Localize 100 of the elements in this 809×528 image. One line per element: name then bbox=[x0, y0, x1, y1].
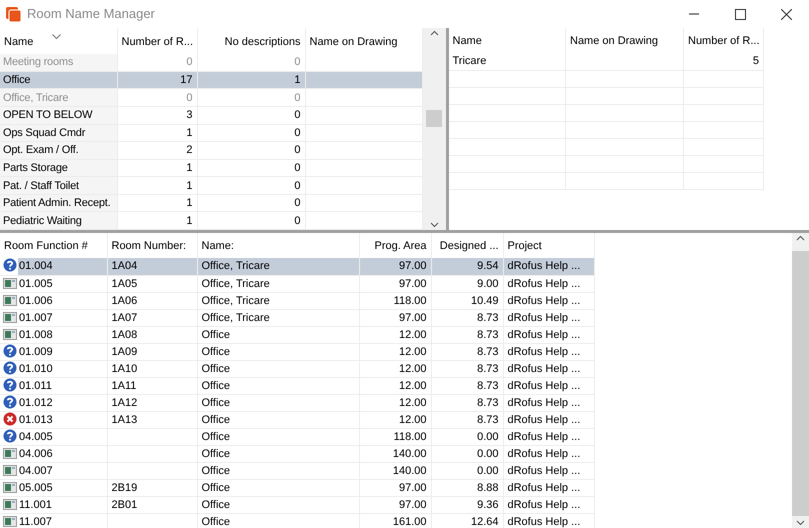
table-cell: Office bbox=[197, 377, 359, 394]
table-cell: dRofus Help ... bbox=[503, 326, 594, 343]
table-cell: 8.73 bbox=[431, 394, 503, 411]
table-cell: dRofus Help ... bbox=[503, 411, 594, 428]
table-cell: 0.00 bbox=[431, 445, 503, 462]
room-icon bbox=[3, 292, 17, 306]
help-icon bbox=[3, 258, 17, 272]
table-cell: 97.00 bbox=[359, 275, 431, 292]
table-cell: 17 bbox=[117, 71, 197, 89]
table-cell: 1 bbox=[117, 194, 197, 212]
table-cell: 1A08 bbox=[107, 326, 197, 343]
column-header[interactable]: Number of R... bbox=[684, 28, 764, 53]
table-cell: dRofus Help ... bbox=[503, 479, 594, 496]
table-cell: Office bbox=[197, 462, 359, 479]
table-cell: dRofus Help ... bbox=[503, 513, 594, 528]
name-cell: OPEN TO BELOW bbox=[0, 106, 117, 124]
table-cell: 0 bbox=[197, 159, 305, 177]
table-cell: 12.00 bbox=[359, 326, 431, 343]
name-cell: Office, Tricare bbox=[0, 88, 117, 107]
maximize-icon bbox=[734, 8, 746, 20]
table-cell: Office, Tricare bbox=[197, 292, 359, 309]
room-function-number: 04.005 bbox=[19, 430, 53, 442]
table-cell: 161.00 bbox=[359, 513, 431, 528]
table-cell: 8.73 bbox=[431, 309, 503, 326]
table-cell: 5 bbox=[684, 53, 764, 70]
table-cell: 0 bbox=[117, 54, 197, 72]
app-icon bbox=[6, 6, 21, 22]
table-cell: dRofus Help ... bbox=[503, 275, 594, 292]
room-function-number: 05.005 bbox=[19, 482, 53, 494]
table-cell: 118.00 bbox=[359, 428, 431, 445]
room-function-number: 04.006 bbox=[19, 448, 53, 460]
table-cell: 1A05 bbox=[107, 275, 197, 292]
table-cell: 1 bbox=[117, 176, 197, 194]
scroll-up-icon[interactable] bbox=[796, 235, 805, 241]
scroll-down-icon[interactable] bbox=[430, 222, 438, 228]
room-icon bbox=[3, 462, 17, 476]
table-cell: 12.00 bbox=[359, 394, 431, 411]
table-cell: 97.00 bbox=[359, 309, 431, 326]
table-cell: 118.00 bbox=[359, 292, 431, 309]
help-icon bbox=[3, 344, 17, 358]
scroll-up-icon[interactable] bbox=[430, 30, 438, 36]
table-cell: 2B01 bbox=[107, 496, 197, 513]
room-function-number: 01.013 bbox=[19, 414, 53, 426]
room-icon bbox=[3, 496, 17, 510]
room-icon bbox=[3, 514, 17, 528]
table-cell: 1A07 bbox=[107, 309, 197, 326]
table-cell: 0 bbox=[197, 106, 305, 124]
room-function-number: 04.007 bbox=[19, 464, 53, 476]
table-cell: 9.36 bbox=[431, 496, 503, 513]
column-header[interactable]: Number of R... bbox=[117, 28, 197, 54]
table-cell: 140.00 bbox=[359, 462, 431, 479]
table-cell: 1A04 bbox=[107, 258, 197, 275]
column-header[interactable]: Name on Drawing bbox=[305, 28, 422, 54]
room-function-number: 01.007 bbox=[19, 312, 53, 324]
table-cell: 140.00 bbox=[359, 445, 431, 462]
scroll-down-icon[interactable] bbox=[796, 520, 805, 526]
scrollbar-thumb[interactable] bbox=[792, 251, 809, 516]
table-cell: Office bbox=[197, 428, 359, 445]
table-cell: Tricare bbox=[448, 53, 566, 70]
column-header[interactable]: Name on Drawing bbox=[566, 28, 684, 53]
room-function-number: 01.010 bbox=[19, 362, 53, 374]
table-cell: 1A10 bbox=[107, 360, 197, 377]
table-cell: 97.00 bbox=[359, 258, 431, 275]
column-header[interactable]: No descriptions bbox=[197, 28, 305, 54]
room-function-number: 01.012 bbox=[19, 396, 53, 408]
table-cell: 8.73 bbox=[431, 411, 503, 428]
room-function-number: 11.001 bbox=[19, 498, 52, 510]
sort-caret-icon bbox=[52, 34, 61, 39]
table-cell: Office bbox=[197, 513, 359, 528]
error-icon bbox=[3, 412, 17, 426]
room-function-number: 01.008 bbox=[19, 328, 53, 340]
table-cell: dRofus Help ... bbox=[503, 496, 594, 513]
table-cell: 0.00 bbox=[431, 462, 503, 479]
table-cell: Office bbox=[197, 496, 359, 513]
table-cell: dRofus Help ... bbox=[503, 258, 594, 275]
name-cell: Parts Storage bbox=[0, 159, 117, 177]
scrollbar-thumb[interactable] bbox=[426, 110, 442, 127]
table-cell: 1 bbox=[117, 124, 197, 142]
table-cell: 2 bbox=[117, 142, 197, 160]
table-cell: 97.00 bbox=[359, 496, 431, 513]
room-function-number: 01.004 bbox=[19, 260, 53, 272]
table-cell: dRofus Help ... bbox=[503, 309, 594, 326]
name-cell: Patient Admin. Recept. bbox=[0, 194, 117, 212]
table-cell: 97.00 bbox=[359, 479, 431, 496]
table-cell: Office, Tricare bbox=[197, 275, 359, 292]
table-cell: 8.73 bbox=[431, 326, 503, 343]
close-icon bbox=[780, 8, 792, 20]
table-cell: dRofus Help ... bbox=[503, 377, 594, 394]
room-icon bbox=[3, 326, 17, 340]
table-cell: Office, Tricare bbox=[197, 309, 359, 326]
table-cell: 10.49 bbox=[431, 292, 503, 309]
table-cell: 1A12 bbox=[107, 394, 197, 411]
table-cell: Office bbox=[197, 360, 359, 377]
table-cell: 8.73 bbox=[431, 377, 503, 394]
table-cell: 2B19 bbox=[107, 479, 197, 496]
table-cell: 1A06 bbox=[107, 292, 197, 309]
table-cell: dRofus Help ... bbox=[503, 462, 594, 479]
table-cell: 12.00 bbox=[359, 360, 431, 377]
column-header[interactable]: Name bbox=[448, 28, 566, 53]
table-cell: 12.00 bbox=[359, 411, 431, 428]
